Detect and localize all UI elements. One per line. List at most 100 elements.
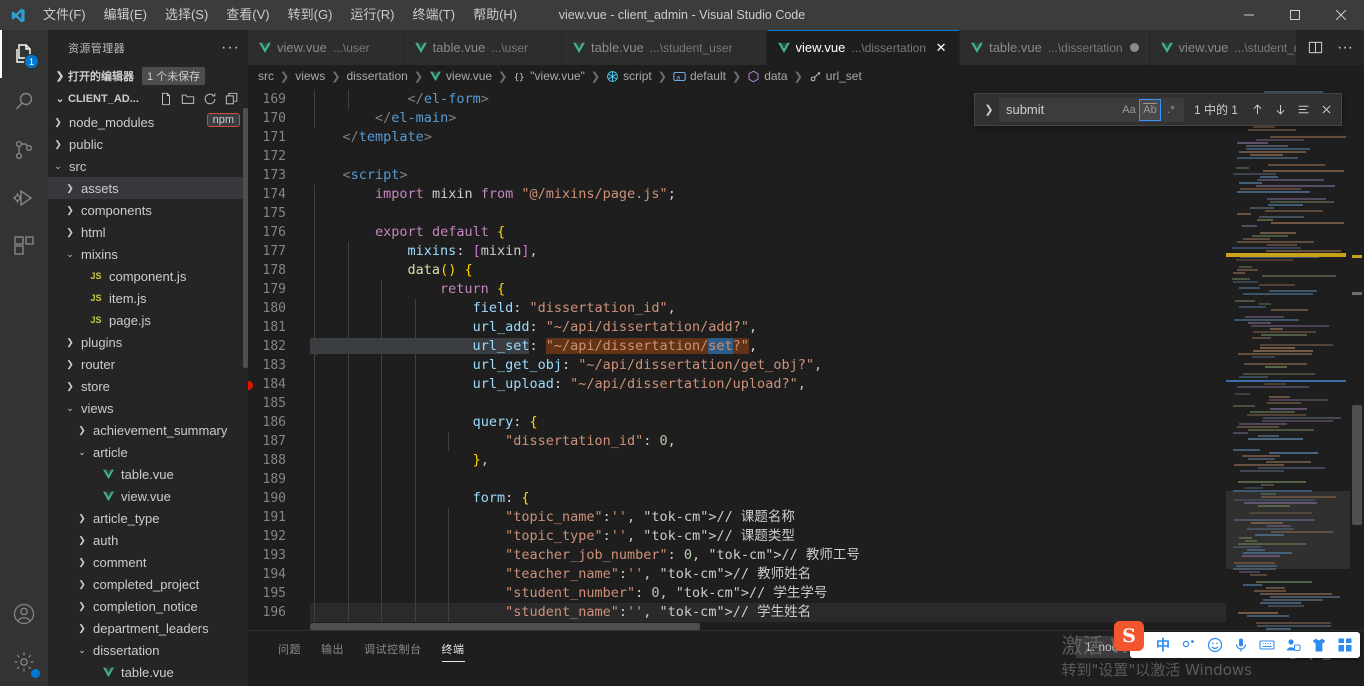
refresh-explorer-icon[interactable]	[200, 89, 220, 109]
menu-selection[interactable]: 选择(S)	[156, 0, 217, 30]
editor-tab-4[interactable]: table.vue ...\dissertation	[960, 30, 1150, 65]
code-line[interactable]: "student_name":'', "tok-cm">// 学生姓名	[310, 603, 1226, 622]
minimize-button[interactable]	[1226, 0, 1272, 30]
menu-go[interactable]: 转到(G)	[279, 0, 342, 30]
use-regex-icon[interactable]: .*	[1161, 100, 1181, 120]
code-line[interactable]: "teacher_job_number": 0, "tok-cm">// 教师工…	[310, 546, 1226, 565]
ime-apps-icon[interactable]	[1334, 634, 1356, 656]
close-icon[interactable]	[377, 40, 393, 56]
tree-item-router[interactable]: ❯ router	[48, 353, 248, 375]
code-content[interactable]: </el-form> </el-main> </template> <scrip…	[310, 87, 1226, 630]
code-line[interactable]	[310, 470, 1226, 489]
editor-tab-0[interactable]: view.vue ...\user	[248, 30, 404, 65]
tree-item-public[interactable]: ❯ public	[48, 133, 248, 155]
code-line[interactable]: "student_number": 0, "tok-cm">// 学生学号	[310, 584, 1226, 603]
tree-item-plugins[interactable]: ❯ plugins	[48, 331, 248, 353]
code-line[interactable]	[310, 147, 1226, 166]
code-line[interactable]: "teacher_name":'', "tok-cm">// 教师姓名	[310, 565, 1226, 584]
code-line[interactable]: form: {	[310, 489, 1226, 508]
editor-more-actions-icon[interactable]: ···	[1332, 33, 1358, 63]
code-line[interactable]	[310, 394, 1226, 413]
code-line[interactable]: url_set: "~/api/dissertation/set?",	[310, 337, 1226, 356]
dirty-indicator-icon[interactable]	[1129, 43, 1139, 52]
breadcrumb-item-4[interactable]: {} "view.vue"	[511, 69, 587, 83]
editor-tab-3[interactable]: view.vue ...\dissertation ✕	[766, 30, 961, 65]
editor-tab-5[interactable]: view.vue ...\student_use	[1149, 30, 1296, 65]
code-line[interactable]	[310, 204, 1226, 223]
sogou-logo-icon[interactable]: S	[1114, 621, 1144, 651]
breadcrumb-item-0[interactable]: src	[256, 69, 276, 83]
explorer-icon[interactable]: 1	[0, 30, 48, 78]
tree-item-node_modules[interactable]: ❯ node_modules npm	[48, 111, 248, 133]
tree-item-department_leaders[interactable]: ❯ department_leaders	[48, 617, 248, 639]
breadcrumb-item-6[interactable]: a default	[671, 69, 728, 83]
ime-skin-icon[interactable]	[1308, 634, 1330, 656]
code-line[interactable]: export default {	[310, 223, 1226, 242]
breadcrumb-item-5[interactable]: script	[604, 69, 654, 83]
find-in-selection-icon[interactable]	[1292, 99, 1314, 121]
code-line[interactable]: url_add: "~/api/dissertation/add?",	[310, 318, 1226, 337]
close-find-icon[interactable]	[1315, 99, 1337, 121]
toggle-replace-icon[interactable]: ❯	[979, 96, 999, 124]
code-line[interactable]: data() {	[310, 261, 1226, 280]
editor-horizontal-scrollbar[interactable]	[310, 623, 1226, 630]
menu-edit[interactable]: 编辑(E)	[95, 0, 156, 30]
source-control-icon[interactable]	[0, 126, 48, 174]
tree-item-store[interactable]: ❯ store	[48, 375, 248, 397]
menu-help[interactable]: 帮助(H)	[464, 0, 526, 30]
new-folder-icon[interactable]	[178, 89, 198, 109]
code-line[interactable]: "dissertation_id": 0,	[310, 432, 1226, 451]
code-line[interactable]: </template>	[310, 128, 1226, 147]
panel-tab-3[interactable]: 终端	[432, 631, 475, 666]
tree-item-table.vue[interactable]: table.vue	[48, 463, 248, 485]
breadcrumb-item-7[interactable]: data	[745, 69, 789, 83]
tree-item-components[interactable]: ❯ components	[48, 199, 248, 221]
collapse-all-icon[interactable]	[222, 89, 242, 109]
panel-tab-0[interactable]: 问题	[268, 631, 311, 666]
split-editor-icon[interactable]	[1302, 33, 1328, 63]
code-line[interactable]: query: {	[310, 413, 1226, 432]
close-icon[interactable]	[535, 40, 551, 56]
close-icon[interactable]	[740, 40, 756, 56]
tree-item-views[interactable]: ⌄ views	[48, 397, 248, 419]
whole-word-icon[interactable]: Ab	[1138, 98, 1161, 121]
tree-item-mixins[interactable]: ⌄ mixins	[48, 243, 248, 265]
code-line[interactable]: url_get_obj: "~/api/dissertation/get_obj…	[310, 356, 1226, 375]
match-case-icon[interactable]: Aa	[1119, 100, 1139, 120]
code-line[interactable]: return {	[310, 280, 1226, 299]
next-match-icon[interactable]	[1269, 99, 1291, 121]
tree-item-table.vue[interactable]: table.vue	[48, 661, 248, 683]
code-viewport[interactable]: 169 170 171 172 173 174 175 176 177 178 179 180 181 1…	[248, 87, 1226, 630]
tree-item-src[interactable]: ⌄ src	[48, 155, 248, 177]
editor-vertical-scrollbar[interactable]	[1350, 87, 1364, 630]
menu-terminal[interactable]: 终端(T)	[403, 0, 464, 30]
open-editors-section[interactable]: ❯ 打开的编辑器 1 个未保存	[48, 65, 248, 87]
sidebar-more-icon[interactable]: ···	[221, 39, 240, 55]
panel-tab-1[interactable]: 输出	[311, 631, 354, 666]
tree-item-completion_notice[interactable]: ❯ completion_notice	[48, 595, 248, 617]
maximize-button[interactable]	[1272, 0, 1318, 30]
code-line[interactable]: field: "dissertation_id",	[310, 299, 1226, 318]
tree-item-article[interactable]: ⌄ article	[48, 441, 248, 463]
prev-match-icon[interactable]	[1246, 99, 1268, 121]
breadcrumb-item-2[interactable]: dissertation	[344, 69, 409, 83]
tree-item-auth[interactable]: ❯ auth	[48, 529, 248, 551]
ime-emoji-icon[interactable]	[1204, 634, 1226, 656]
settings-gear-icon[interactable]	[0, 638, 48, 686]
code-line[interactable]: url_upload: "~/api/dissertation/upload?"…	[310, 375, 1226, 394]
tree-item-comment[interactable]: ❯ comment	[48, 551, 248, 573]
menu-view[interactable]: 查看(V)	[217, 0, 278, 30]
code-line[interactable]: <script>	[310, 166, 1226, 185]
run-debug-icon[interactable]	[0, 174, 48, 222]
ime-user-icon[interactable]	[1282, 634, 1304, 656]
breakpoint-icon[interactable]	[248, 381, 253, 390]
tree-item-component.js[interactable]: JS component.js	[48, 265, 248, 287]
code-line[interactable]: },	[310, 451, 1226, 470]
editor-tab-2[interactable]: table.vue ...\student_user	[562, 30, 767, 65]
ime-mode-icon[interactable]: 中	[1152, 634, 1174, 656]
menu-run[interactable]: 运行(R)	[341, 0, 403, 30]
line-number-gutter[interactable]: 169 170 171 172 173 174 175 176 177 178 179 180 181 1…	[248, 87, 324, 630]
new-file-icon[interactable]	[156, 89, 176, 109]
tree-item-page.js[interactable]: JS page.js	[48, 309, 248, 331]
tree-item-view.vue[interactable]: view.vue	[48, 485, 248, 507]
